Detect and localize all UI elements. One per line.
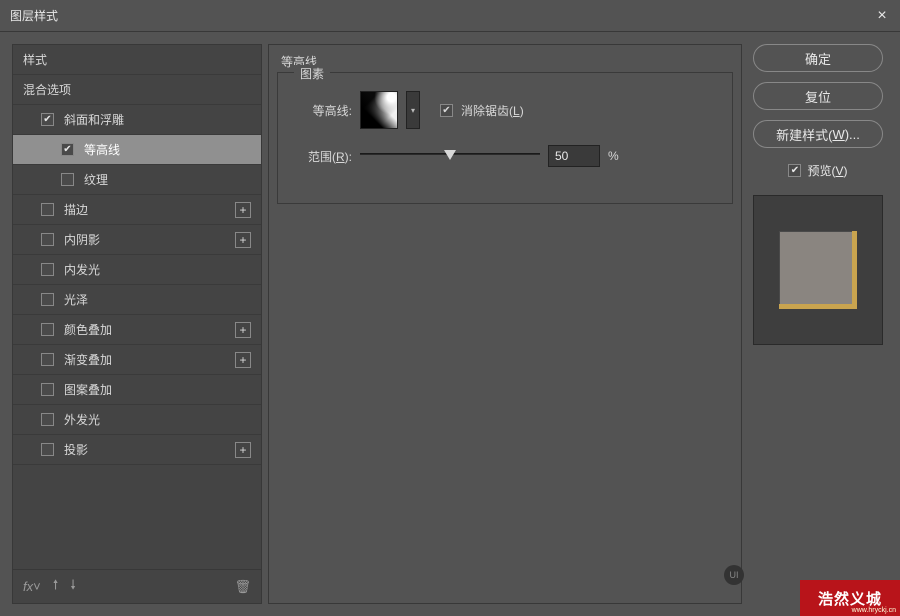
- checkbox-icon[interactable]: [41, 203, 54, 216]
- main-panel: 等高线 图素 等高线: ▾ 消除锯齿(L) 范围(R): % UI: [268, 44, 742, 604]
- sidebar-item-satin[interactable]: 光泽: [13, 285, 261, 315]
- sidebar-item-pattern-overlay[interactable]: 图案叠加: [13, 375, 261, 405]
- watermark-text: 浩然义城: [818, 588, 882, 609]
- sidebar-item-label: 渐变叠加: [64, 351, 112, 368]
- checkbox-icon[interactable]: [41, 383, 54, 396]
- sidebar-item-label: 光泽: [64, 291, 88, 308]
- sidebar-item-contour[interactable]: 等高线: [13, 135, 261, 165]
- right-panel: 确定 复位 新建样式(W)... 预览(V): [748, 44, 888, 604]
- slider-thumb-icon[interactable]: [444, 150, 456, 160]
- range-row: 范围(R): %: [292, 145, 718, 167]
- range-input[interactable]: [548, 145, 600, 167]
- add-effect-icon[interactable]: +: [235, 322, 251, 338]
- sidebar-item-label: 等高线: [84, 141, 120, 158]
- preview-checkbox-icon[interactable]: [788, 164, 801, 177]
- contour-label: 等高线:: [292, 102, 352, 119]
- element-fieldset: 图素 等高线: ▾ 消除锯齿(L) 范围(R): %: [277, 72, 733, 204]
- ok-button[interactable]: 确定: [753, 44, 883, 72]
- trash-icon[interactable]: 🗑: [234, 579, 251, 595]
- preview-swatch: [779, 231, 857, 309]
- sidebar-item-label: 图案叠加: [64, 381, 112, 398]
- checkbox-icon[interactable]: [41, 323, 54, 336]
- antialias-checkbox[interactable]: [440, 104, 453, 117]
- sidebar-item-label: 内阴影: [64, 231, 100, 248]
- sidebar-item-stroke[interactable]: 描边 +: [13, 195, 261, 225]
- sidebar-item-label: 纹理: [84, 171, 108, 188]
- fx-menu-icon[interactable]: fx˅: [23, 579, 41, 594]
- sidebar-item-label: 描边: [64, 201, 88, 218]
- close-icon[interactable]: ×: [874, 8, 890, 24]
- sidebar-item-label: 内发光: [64, 261, 100, 278]
- sidebar-item-bevel[interactable]: 斜面和浮雕: [13, 105, 261, 135]
- checkbox-icon[interactable]: [61, 143, 74, 156]
- sidebar-item-label: 颜色叠加: [64, 321, 112, 338]
- sidebar-header-label: 混合选项: [23, 81, 71, 98]
- sidebar-header-blend[interactable]: 混合选项: [13, 75, 261, 105]
- sidebar-item-drop-shadow[interactable]: 投影 +: [13, 435, 261, 465]
- add-effect-icon[interactable]: +: [235, 442, 251, 458]
- preview-checkbox-row[interactable]: 预览(V): [788, 162, 847, 179]
- titlebar: 图层样式 ×: [0, 0, 900, 32]
- add-effect-icon[interactable]: +: [235, 232, 251, 248]
- watermark-url: www.hryckj.cn: [852, 607, 896, 614]
- sidebar-footer: fx˅ 🠕 🠗 🗑: [13, 569, 261, 603]
- preview-label: 预览(V): [807, 162, 847, 179]
- add-effect-icon[interactable]: +: [235, 352, 251, 368]
- reset-button[interactable]: 复位: [753, 82, 883, 110]
- sidebar-item-label: 斜面和浮雕: [64, 111, 124, 128]
- checkbox-icon[interactable]: [41, 413, 54, 426]
- range-slider[interactable]: [360, 149, 540, 163]
- sidebar-item-color-overlay[interactable]: 颜色叠加 +: [13, 315, 261, 345]
- sidebar-item-inner-glow[interactable]: 内发光: [13, 255, 261, 285]
- watermark-logo-icon: UI: [724, 565, 744, 585]
- sidebar-item-outer-glow[interactable]: 外发光: [13, 405, 261, 435]
- range-unit: %: [608, 149, 619, 163]
- window-title: 图层样式: [10, 7, 874, 24]
- fieldset-label: 图素: [294, 65, 330, 82]
- checkbox-icon[interactable]: [41, 293, 54, 306]
- checkbox-icon[interactable]: [41, 353, 54, 366]
- styles-sidebar: 样式 混合选项 斜面和浮雕 等高线 纹理 描边 +: [12, 44, 262, 604]
- sidebar-item-label: 投影: [64, 441, 88, 458]
- checkbox-icon[interactable]: [41, 233, 54, 246]
- sidebar-header-styles[interactable]: 样式: [13, 45, 261, 75]
- styles-list: 样式 混合选项 斜面和浮雕 等高线 纹理 描边 +: [13, 45, 261, 569]
- contour-row: 等高线: ▾ 消除锯齿(L): [292, 91, 718, 129]
- panel-title: 等高线: [269, 45, 741, 72]
- contour-dropdown-icon[interactable]: ▾: [406, 91, 420, 129]
- antialias-label[interactable]: 消除锯齿(L): [461, 102, 524, 119]
- content: 样式 混合选项 斜面和浮雕 等高线 纹理 描边 +: [0, 32, 900, 616]
- checkbox-icon[interactable]: [61, 173, 74, 186]
- contour-preview[interactable]: [360, 91, 398, 129]
- sidebar-header-label: 样式: [23, 51, 47, 68]
- sidebar-item-label: 外发光: [64, 411, 100, 428]
- preview-box: [753, 195, 883, 345]
- checkbox-icon[interactable]: [41, 443, 54, 456]
- add-effect-icon[interactable]: +: [235, 202, 251, 218]
- new-style-button[interactable]: 新建样式(W)...: [753, 120, 883, 148]
- range-label[interactable]: 范围(R):: [292, 148, 352, 165]
- sidebar-item-inner-shadow[interactable]: 内阴影 +: [13, 225, 261, 255]
- sidebar-item-gradient-overlay[interactable]: 渐变叠加 +: [13, 345, 261, 375]
- checkbox-icon[interactable]: [41, 263, 54, 276]
- checkbox-icon[interactable]: [41, 113, 54, 126]
- move-down-icon[interactable]: 🠗: [70, 576, 76, 598]
- sidebar-item-texture[interactable]: 纹理: [13, 165, 261, 195]
- move-up-icon[interactable]: 🠕: [53, 576, 59, 598]
- watermark: 浩然义城 www.hryckj.cn: [800, 580, 900, 616]
